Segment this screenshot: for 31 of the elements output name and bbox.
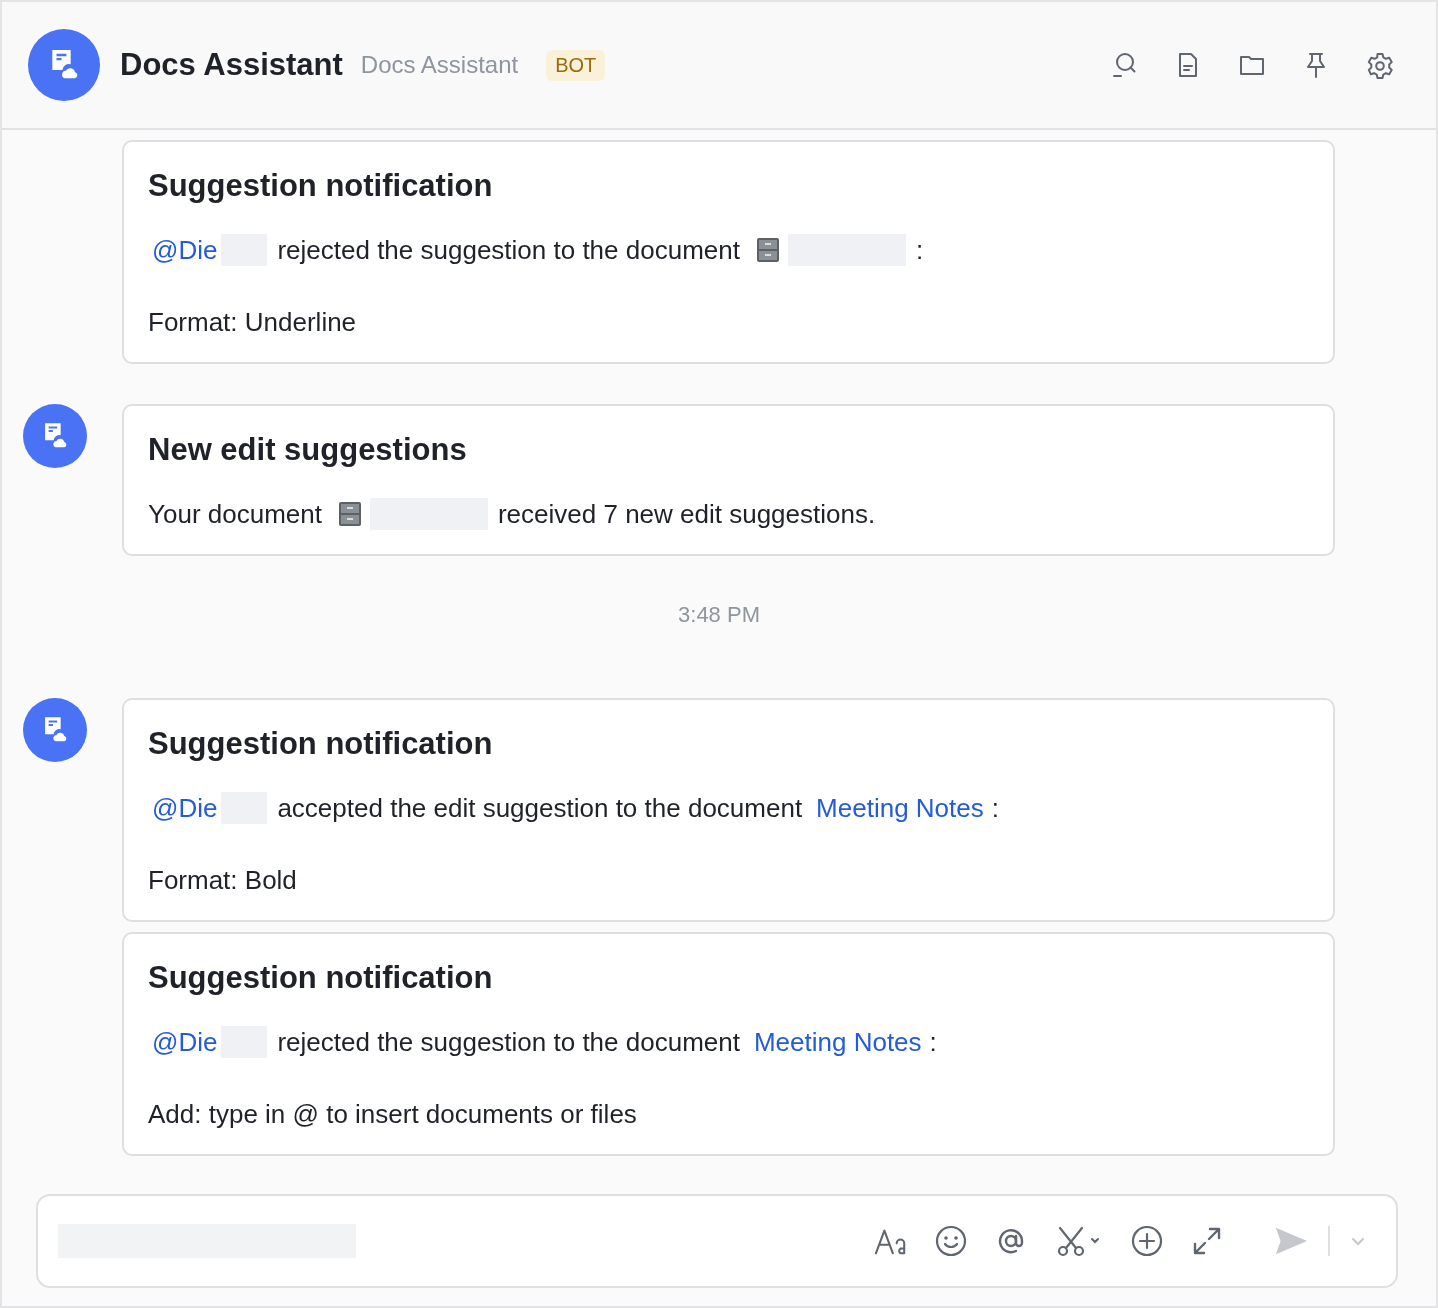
message-text: :: [915, 234, 924, 267]
card-title: Suggestion notification: [148, 725, 494, 763]
message-text: Format: Underline: [148, 306, 357, 339]
message-text: Add: type in @ to insert documents or files: [148, 1098, 637, 1131]
add-icon[interactable]: [1130, 1225, 1164, 1257]
card-title: Suggestion notification: [148, 959, 494, 997]
message-text: Your document: [148, 498, 322, 531]
file-cabinet-icon: [755, 237, 780, 263]
timestamp: 3:48 PM: [677, 602, 761, 628]
card-title: New edit suggestions: [148, 431, 468, 469]
message-text: :: [991, 792, 999, 825]
search-icon[interactable]: [1110, 51, 1138, 79]
message-text: rejected the suggestion to the document: [277, 1026, 740, 1059]
document-link[interactable]: Meeting Notes: [753, 1024, 922, 1060]
message-text: Format: Bold: [148, 864, 297, 897]
chat-title: Docs Assistant: [120, 47, 343, 83]
mention-link[interactable]: @Die: [152, 1024, 218, 1060]
message-text: received 7 new edit suggestions.: [497, 498, 876, 531]
document-link[interactable]: Meeting Notes: [816, 790, 984, 826]
card-title: Suggestion notification: [148, 167, 494, 205]
settings-icon[interactable]: [1366, 51, 1394, 79]
message-text: rejected the suggestion to the document: [277, 234, 740, 267]
message-input-field[interactable]: [36, 1194, 1398, 1288]
emoji-icon[interactable]: [934, 1225, 968, 1257]
mention-link[interactable]: @Die: [152, 790, 218, 826]
message-text: accepted the edit suggestion to the document: [277, 792, 803, 825]
chat-subtitle: Docs Assistant: [360, 51, 519, 79]
file-cabinet-icon: [337, 501, 362, 527]
bot-badge: BOT: [546, 49, 606, 81]
mention-link[interactable]: @Die: [152, 232, 218, 268]
message-text: :: [929, 1026, 937, 1059]
